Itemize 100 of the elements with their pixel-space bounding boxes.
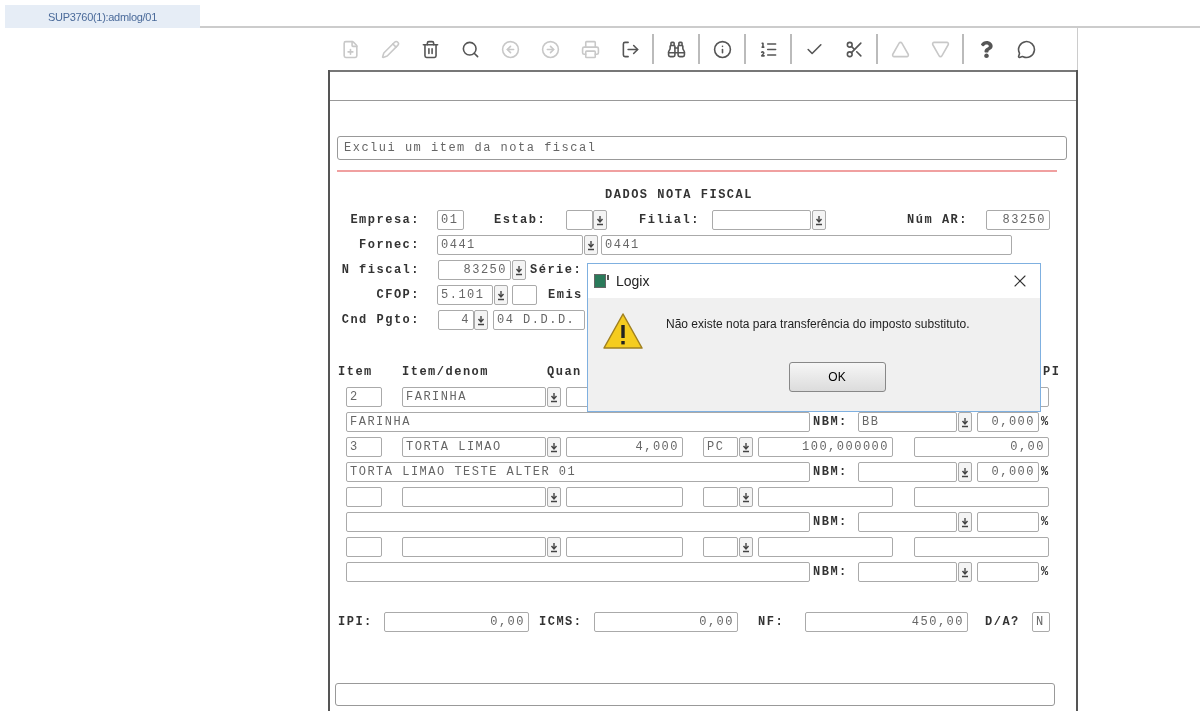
lookup-button[interactable]	[547, 537, 561, 557]
right-arrow-circle-icon	[540, 39, 560, 59]
input-field[interactable]: TORTA LIMAO TESTE ALTER 01	[346, 462, 810, 482]
input-field[interactable]: 0,000	[977, 412, 1039, 432]
field-label: Empresa:	[349, 213, 420, 227]
input-field[interactable]	[566, 210, 593, 230]
down-triangle-icon	[930, 39, 950, 59]
input-field[interactable]: 450,00	[805, 612, 968, 632]
field-label: D/A?	[985, 615, 1021, 629]
input-field[interactable]	[512, 285, 537, 305]
input-field[interactable]	[712, 210, 811, 230]
input-field[interactable]: 04 D.D.D.	[493, 310, 585, 330]
down-arrow-icon	[961, 466, 969, 478]
field-label: ICMS:	[539, 615, 584, 629]
lookup-button[interactable]	[547, 437, 561, 457]
field-label: NBM:	[813, 515, 849, 529]
input-field[interactable]: 01	[437, 210, 464, 230]
down-arrow-icon	[961, 416, 969, 428]
input-field[interactable]: FARINHA	[402, 387, 546, 407]
field-label: NBM:	[813, 415, 849, 429]
down-arrow-icon	[550, 541, 558, 553]
lookup-button[interactable]	[812, 210, 826, 230]
ok-button[interactable]: OK	[788, 362, 886, 392]
input-field[interactable]	[858, 512, 957, 532]
lookup-button[interactable]	[584, 235, 598, 255]
lookup-button[interactable]	[547, 487, 561, 507]
lookup-button[interactable]	[512, 260, 526, 280]
down-arrow-icon	[550, 441, 558, 453]
input-field[interactable]	[758, 537, 893, 557]
input-field[interactable]	[914, 487, 1049, 507]
lookup-button[interactable]	[593, 210, 607, 230]
input-field[interactable]: 0441	[437, 235, 583, 255]
down-arrow-icon	[815, 214, 823, 226]
lookup-button[interactable]	[547, 387, 561, 407]
app-icon	[594, 274, 610, 288]
input-field[interactable]: 4	[438, 310, 474, 330]
lookup-button[interactable]	[739, 537, 753, 557]
input-field[interactable]: PC	[703, 437, 738, 457]
field-label: %	[1041, 465, 1051, 479]
input-field[interactable]: 0,000	[977, 462, 1039, 482]
input-field[interactable]	[346, 537, 382, 557]
lookup-button[interactable]	[739, 437, 753, 457]
input-field[interactable]	[858, 562, 957, 582]
lookup-button[interactable]	[958, 512, 972, 532]
dialog-title: Logix	[616, 273, 651, 289]
lookup-button[interactable]	[474, 310, 488, 330]
binoculars-icon	[666, 39, 686, 59]
input-field[interactable]: 100,000000	[758, 437, 893, 457]
input-field[interactable]: 83250	[986, 210, 1050, 230]
input-field[interactable]	[566, 487, 683, 507]
new-file-icon	[340, 39, 360, 59]
input-field[interactable]	[703, 487, 738, 507]
input-field[interactable]	[914, 537, 1049, 557]
input-field[interactable]: 0,00	[914, 437, 1049, 457]
field-label: Estab:	[494, 213, 548, 227]
field-label: Emis	[548, 288, 584, 302]
field-label: NBM:	[813, 565, 849, 579]
lookup-button[interactable]	[739, 487, 753, 507]
input-field[interactable]: 5.101	[437, 285, 493, 305]
input-field[interactable]: 83250	[438, 260, 511, 280]
up-triangle-icon	[890, 39, 910, 59]
input-field[interactable]	[346, 487, 382, 507]
input-field[interactable]	[346, 562, 810, 582]
input-field[interactable]	[566, 537, 683, 557]
input-field[interactable]: 3	[346, 437, 382, 457]
down-arrow-icon	[961, 516, 969, 528]
input-field[interactable]	[977, 512, 1039, 532]
lookup-button[interactable]	[494, 285, 508, 305]
input-field[interactable]: BB	[858, 412, 957, 432]
session-tab[interactable]: SUP3760(1):admlog/01	[5, 5, 200, 28]
input-field[interactable]	[402, 487, 546, 507]
input-field[interactable]: 0,00	[594, 612, 738, 632]
lookup-button[interactable]	[958, 462, 972, 482]
input-field[interactable]: N	[1032, 612, 1050, 632]
numbered-list-icon	[758, 39, 778, 59]
field-label: N fiscal:	[340, 263, 420, 277]
left-arrow-circle-icon	[500, 39, 520, 59]
input-field[interactable]: 0,00	[384, 612, 529, 632]
lookup-button[interactable]	[958, 562, 972, 582]
input-field[interactable]: 4,000	[566, 437, 683, 457]
input-field[interactable]: FARINHA	[346, 412, 810, 432]
input-field[interactable]	[758, 487, 893, 507]
down-arrow-icon	[550, 391, 558, 403]
lookup-button[interactable]	[958, 412, 972, 432]
input-field[interactable]: 0441	[601, 235, 1012, 255]
down-arrow-icon	[550, 491, 558, 503]
input-field[interactable]: 2	[346, 387, 382, 407]
input-field[interactable]	[977, 562, 1039, 582]
field-label: IPI:	[338, 615, 374, 629]
input-field[interactable]	[703, 537, 738, 557]
field-label: Fornec:	[358, 238, 420, 252]
field-label: PI	[1043, 365, 1062, 379]
field-label: %	[1041, 415, 1051, 429]
trash-icon	[420, 39, 440, 59]
field-label: Filial:	[639, 213, 701, 227]
printer-icon	[580, 39, 600, 59]
input-field[interactable]	[346, 512, 810, 532]
input-field[interactable]	[858, 462, 957, 482]
input-field[interactable]: TORTA LIMAO	[402, 437, 546, 457]
input-field[interactable]	[402, 537, 546, 557]
